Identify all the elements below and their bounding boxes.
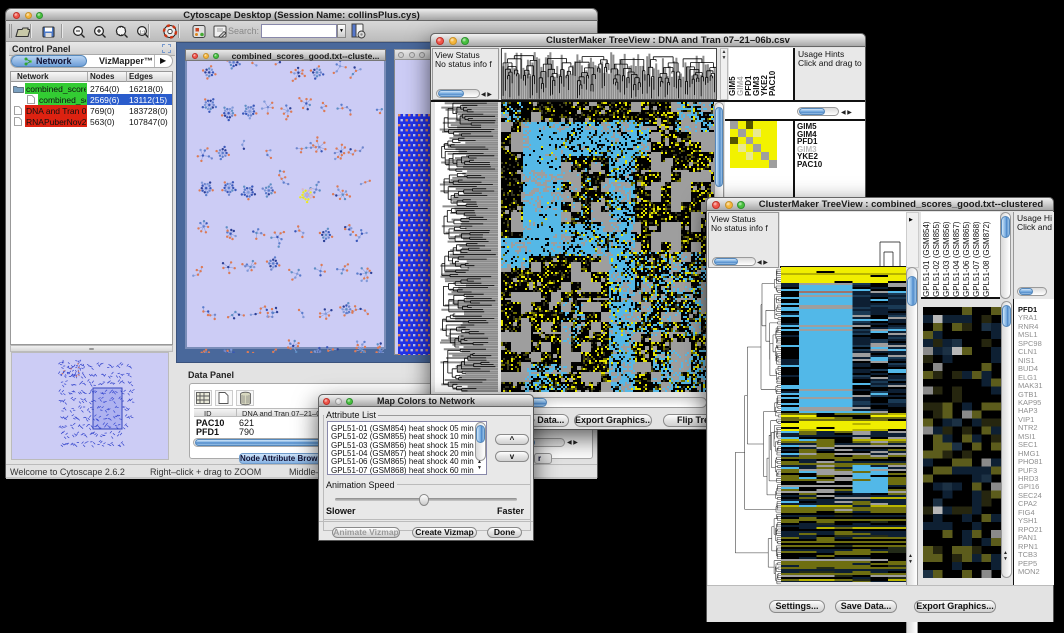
svg-text:1:1: 1:1 [139, 29, 146, 34]
